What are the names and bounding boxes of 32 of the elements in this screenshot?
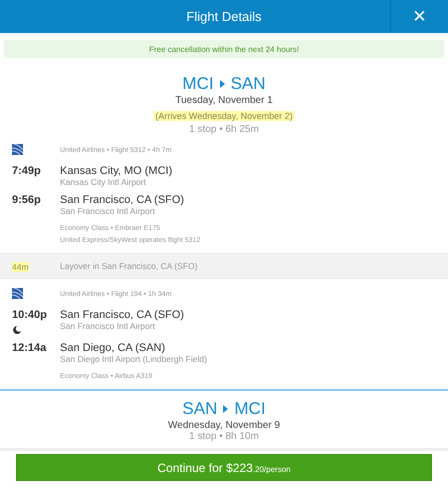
departure-city: Kansas City, MO (MCI) bbox=[60, 165, 172, 177]
moon-icon bbox=[12, 325, 22, 335]
layover-duration: 44m bbox=[12, 262, 29, 272]
airline-logo-icon bbox=[12, 144, 23, 155]
arrival-city: San Francisco, CA (SFO) bbox=[60, 194, 184, 206]
departure-airport: Kansas City Intl Airport bbox=[60, 177, 147, 187]
arrival-time: 12:14a bbox=[12, 342, 48, 354]
departure-airport: San Francisco Intl Airport bbox=[60, 321, 156, 331]
trip-summary: 1 stop • 6h 25m bbox=[188, 124, 260, 135]
arrival-note: (Arrives Wednesday, November 2) bbox=[154, 111, 294, 121]
arrival-airport: San Diego Intl Airport (Lindbergh Field) bbox=[60, 354, 207, 364]
origin-code: MCI bbox=[182, 74, 214, 94]
layover-text: Layover in San Francisco, CA (SFO) bbox=[60, 261, 198, 271]
arrival-airport: San Francisco Intl Airport bbox=[60, 206, 156, 216]
arrow-icon bbox=[222, 404, 230, 414]
cancellation-banner: Free cancellation within the next 24 hours! bbox=[4, 40, 444, 58]
departure-date: Wednesday, November 9 bbox=[167, 420, 281, 431]
continue-button[interactable]: Continue for $223.20/person bbox=[16, 454, 432, 481]
airline-logo-icon bbox=[12, 288, 23, 299]
departure-city: San Francisco, CA (SFO) bbox=[60, 309, 184, 321]
close-button[interactable]: ✕ bbox=[390, 0, 448, 33]
window-title: Flight Details bbox=[185, 9, 263, 24]
arrival-city: San Diego, CA (SAN) bbox=[60, 342, 166, 354]
arrival-time: 9:56p bbox=[12, 194, 42, 206]
arrow-icon bbox=[218, 79, 226, 89]
departure-time: 10:40p bbox=[12, 309, 48, 321]
destination-code: SAN bbox=[230, 74, 266, 94]
origin-code: SAN bbox=[182, 399, 218, 419]
trip-summary: 1 stop • 8h 10m bbox=[188, 431, 260, 442]
departure-time: 7:49p bbox=[12, 165, 42, 177]
departure-date: Tuesday, November 1 bbox=[174, 95, 274, 106]
destination-code: MCI bbox=[234, 399, 266, 419]
